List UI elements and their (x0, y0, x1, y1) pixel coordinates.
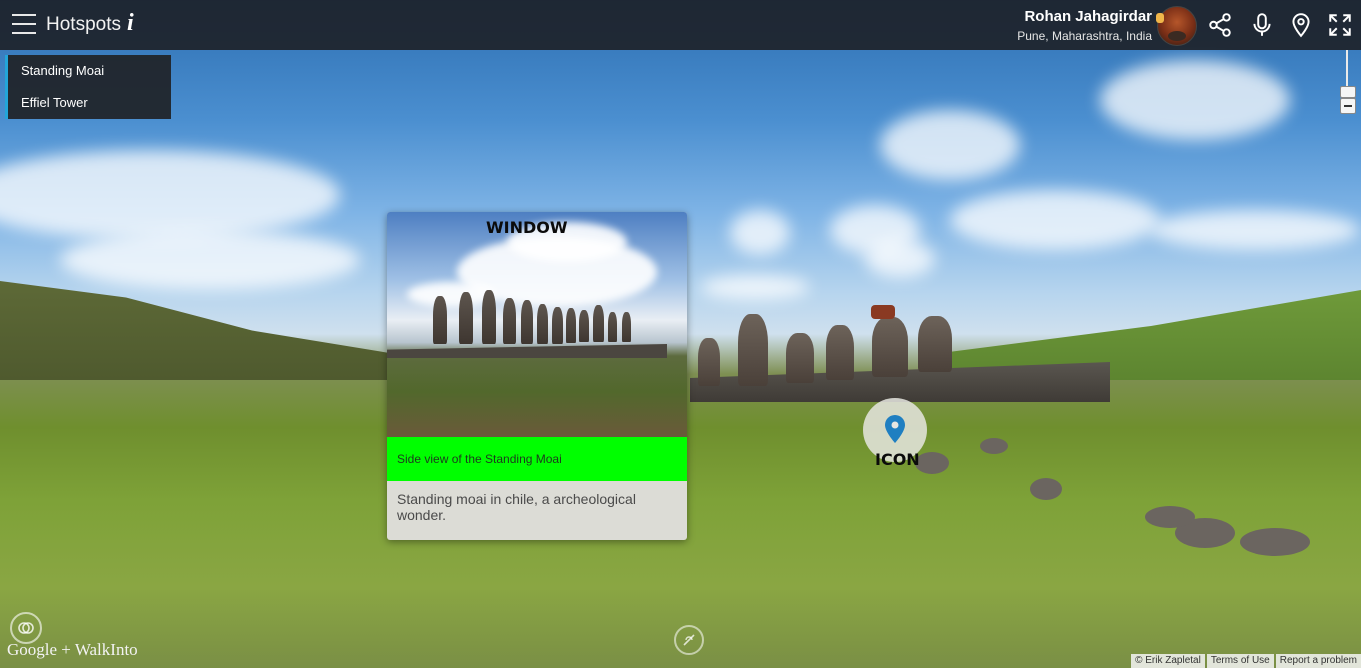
location-pin-icon[interactable] (1288, 12, 1314, 38)
zoom-slider[interactable] (1346, 50, 1348, 90)
window-caption: Side view of the Standing Moai (387, 437, 687, 481)
fullscreen-icon[interactable] (1327, 12, 1353, 38)
terms-of-use-link[interactable]: Terms of Use (1206, 654, 1274, 668)
info-icon[interactable]: i (127, 10, 134, 37)
hotspot-list: Standing Moai Effiel Tower (5, 55, 171, 119)
window-description: Standing moai in chile, a archeological … (397, 491, 636, 523)
user-name: Rohan Jahagirdar (1024, 8, 1152, 25)
copyright-text: © Erik Zapletal (1131, 654, 1205, 668)
hotspot-marker-label: ICON (875, 450, 920, 469)
window-overlay-label: WINDOW (486, 218, 568, 237)
hotspot-window[interactable]: Side view of the Standing Moai Standing … (387, 212, 687, 540)
footer: © Erik Zapletal Terms of Use Report a pr… (1129, 654, 1361, 668)
zoom-slider-handle[interactable] (1340, 86, 1356, 98)
microphone-icon[interactable] (1249, 12, 1275, 38)
hamburger-menu-icon[interactable] (12, 14, 36, 36)
hotspot-list-item-effiel-tower[interactable]: Effiel Tower (5, 87, 171, 119)
report-problem-link[interactable]: Report a problem (1275, 654, 1361, 668)
compass-icon[interactable] (674, 625, 704, 655)
avatar[interactable] (1156, 6, 1197, 46)
hotspot-list-item-standing-moai[interactable]: Standing Moai (5, 55, 171, 87)
window-photo (387, 212, 687, 437)
top-bar: Hotspots i Rohan Jahagirdar Pune, Mahara… (0, 0, 1361, 50)
share-icon[interactable] (1207, 12, 1233, 38)
zoom-out-button[interactable] (1340, 98, 1356, 114)
panorama-viewer[interactable]: Hotspots i Rohan Jahagirdar Pune, Mahara… (0, 0, 1361, 668)
app-title: Hotspots (46, 14, 121, 35)
map-pin-icon (885, 415, 905, 443)
user-location: Pune, Maharashtra, India (1017, 29, 1152, 43)
brand-text: Google + WalkInto (7, 640, 138, 659)
